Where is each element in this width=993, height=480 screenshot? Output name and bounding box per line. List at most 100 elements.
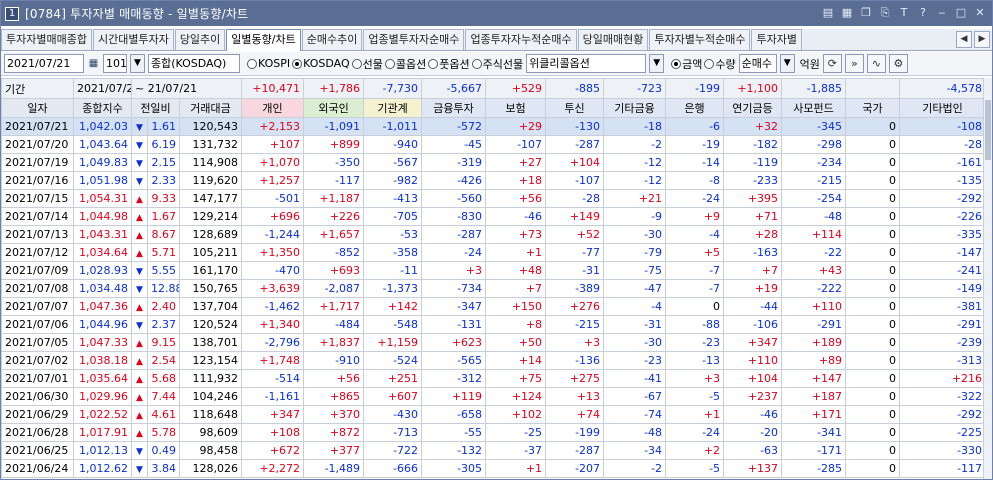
end-date-input[interactable]: ~ 21/07/21 (130, 78, 243, 99)
summary-start-date[interactable]: 2021/07/21 (73, 78, 132, 99)
radio-dot-icon[interactable] (384, 58, 395, 69)
column-header-13[interactable]: 연기금등 (723, 98, 783, 118)
table-row[interactable]: 2021/07/15 1,054.31 ▲ 9.33 147,177 -501 +1,187… (1, 189, 987, 208)
column-header-1[interactable]: 종합지수 (73, 98, 132, 118)
tab-7[interactable]: 당일매매현황 (577, 29, 649, 50)
column-header-2[interactable]: 전일비 (131, 98, 180, 118)
grid-icon[interactable]: ▦ (839, 5, 855, 21)
table-row[interactable]: 2021/07/16 1,051.98 ▼ 2.33 119,620 +1,257 -117… (1, 171, 987, 190)
table-row[interactable]: 2021/07/14 1,044.98 ▲ 1.67 129,214 +696 +226 -7… (1, 207, 987, 226)
column-header-4[interactable]: 거래대금 (178, 98, 243, 118)
radio-dot-icon[interactable] (671, 58, 682, 69)
table-row[interactable]: 2021/07/21 1,042.03 ▼ 1.61 120,543 +2,153 -1,0… (1, 117, 987, 136)
tab-1[interactable]: 시간대별투자자 (92, 29, 174, 50)
minimize-icon[interactable]: ‒ (934, 5, 950, 21)
help-icon[interactable]: ? (915, 5, 931, 21)
tab-4[interactable]: 순매수추이 (301, 29, 363, 50)
copy-icon[interactable]: ❐ (858, 5, 874, 21)
market-radio-0[interactable]: KOSPI (247, 57, 290, 70)
vertical-scrollbar[interactable] (983, 78, 992, 479)
tab-3[interactable]: 일별동향/차트 (226, 29, 301, 51)
column-header-7[interactable]: 기관계 (363, 98, 423, 118)
tab-scroll-left-button[interactable]: ◀ (956, 31, 972, 48)
column-header-5[interactable]: 개인 (241, 98, 305, 118)
unit-radio-0[interactable]: 금액 (671, 56, 702, 72)
next-icon[interactable]: » (844, 54, 864, 73)
market-code-input[interactable]: 종합(KOSDAQ) (148, 54, 240, 73)
sort-dropdown-button[interactable]: ▼ (779, 54, 795, 73)
tab-9[interactable]: 투자자별 (751, 29, 802, 50)
maximize-icon[interactable]: □ (953, 5, 969, 21)
option-dropdown-button[interactable]: ▼ (649, 54, 665, 73)
tab-scroll-right-button[interactable]: ▶ (974, 31, 990, 48)
table-row[interactable]: 2021/07/13 1,043.31 ▲ 8.67 128,689 -1,244 +1,6… (1, 225, 987, 244)
column-header-16[interactable]: 기타법인 (899, 98, 987, 118)
radio-dot-icon[interactable] (292, 58, 303, 69)
table-row[interactable]: 2021/07/12 1,034.64 ▲ 5.71 105,211 +1,350 -852… (1, 243, 987, 262)
table-row[interactable]: 2021/07/07 1,047.36 ▲ 2.40 137,704 -1,462 +1,7… (1, 297, 987, 316)
value-cell: -107 (545, 171, 605, 190)
arrow-up-icon: ▲ (136, 375, 143, 385)
value-cell: -161 (899, 153, 987, 172)
radio-dot-icon[interactable] (428, 58, 439, 69)
radio-dot-icon[interactable] (471, 58, 482, 69)
radio-dot-icon[interactable] (247, 58, 257, 69)
unit-radio-1[interactable]: 수량 (704, 56, 736, 72)
column-header-12[interactable]: 은행 (665, 98, 725, 118)
table-row[interactable]: 2021/07/02 1,038.18 ▲ 2.54 123,154 +1,748 -910… (1, 351, 987, 370)
tab-5[interactable]: 업종별투자자순매수 (363, 29, 465, 50)
memo-icon[interactable]: ▤ (820, 5, 836, 21)
tab-6[interactable]: 업종투자자누적순매수 (465, 29, 577, 50)
sort-select[interactable]: 순매수 (738, 54, 777, 73)
table-row[interactable]: 2021/07/08 1,034.48 ▼ 12.88 150,765 +3,639 -2,… (1, 279, 987, 298)
scrollbar-thumb[interactable] (985, 100, 991, 160)
calendar-icon[interactable]: ▦ (87, 54, 100, 73)
chart-icon[interactable]: ∿ (866, 54, 886, 73)
market-radio-2[interactable]: 선물 (351, 56, 383, 72)
window-number-badge[interactable]: 1 (5, 6, 19, 21)
close-icon[interactable]: ✕ (972, 5, 988, 21)
table-row[interactable]: 2021/07/01 1,035.64 ▲ 5.68 111,932 -514 +56 +25… (1, 369, 987, 388)
refresh-icon[interactable]: ⟳ (822, 54, 842, 73)
column-header-8[interactable]: 금융투자 (421, 98, 487, 118)
table-row[interactable]: 2021/07/05 1,047.33 ▲ 9.15 138,701 -2,796 +1,8… (1, 333, 987, 352)
value-cell: -25 (485, 423, 547, 442)
table-row[interactable]: 2021/07/09 1,028.93 ▼ 5.55 161,170 -470 +693 -1… (1, 261, 987, 280)
settings-icon[interactable]: ⚙ (888, 54, 908, 73)
column-header-9[interactable]: 보험 (485, 98, 547, 118)
table-row[interactable]: 2021/07/06 1,044.96 ▼ 2.37 120,524 +1,340 -484… (1, 315, 987, 334)
market-radio-3[interactable]: 콜옵션 (384, 56, 426, 72)
table-row[interactable]: 2021/06/24 1,012.62 ▼ 3.84 128,026 +2,272 -1,4… (1, 459, 987, 478)
font-icon[interactable]: T (896, 5, 912, 21)
column-header-0[interactable]: 일자 (1, 98, 74, 118)
count-input[interactable]: 101 (103, 54, 127, 73)
tab-2[interactable]: 당일추이 (174, 29, 226, 50)
table-row[interactable]: 2021/06/28 1,017.91 ▲ 5.78 98,609 +108 +872 -71… (1, 423, 987, 442)
table-row[interactable]: 2021/06/30 1,029.96 ▲ 7.44 104,246 -1,161 +865… (1, 387, 987, 406)
market-radio-5[interactable]: 주식선물 (471, 56, 523, 72)
table-row[interactable]: 2021/07/19 1,049.83 ▼ 2.15 114,908 +1,070 -350… (1, 153, 987, 172)
table-row[interactable]: 2021/06/29 1,022.52 ▲ 4.61 118,648 +347 +370 -4… (1, 405, 987, 424)
option-select[interactable]: 위클리콜옵션 (526, 54, 647, 73)
count-dropdown-button[interactable]: ▼ (130, 54, 145, 73)
tab-8[interactable]: 투자자별누적순매수 (649, 29, 751, 50)
column-header-10[interactable]: 투신 (545, 98, 605, 118)
value-cell: -132 (421, 441, 487, 460)
table-row[interactable]: 2021/06/25 1,012.13 ▼ 0.49 98,458 +672 +377 -72… (1, 441, 987, 460)
table-row[interactable]: 2021/07/20 1,043.64 ▼ 6.19 131,732 +107 +899 -9… (1, 135, 987, 154)
market-radio-4[interactable]: 풋옵션 (428, 56, 470, 72)
market-radio-1[interactable]: KOSDAQ (292, 57, 350, 70)
link-icon[interactable]: ⎘ (877, 5, 893, 21)
tab-0[interactable]: 투자자별매매종합 (1, 29, 92, 50)
radio-dot-icon[interactable] (351, 58, 362, 69)
column-header-15[interactable]: 국가 (845, 98, 901, 118)
start-date-input[interactable]: 2021/07/21 (4, 54, 84, 73)
radio-dot-icon[interactable] (704, 58, 715, 69)
column-header-6[interactable]: 외국인 (303, 98, 365, 118)
value-cell: -107 (485, 135, 547, 154)
value-cell: -4 (603, 297, 667, 316)
value-cell: -30 (603, 333, 667, 352)
column-header-14[interactable]: 사모펀드 (781, 98, 847, 118)
value-cell: 0 (845, 441, 901, 460)
column-header-11[interactable]: 기타금융 (603, 98, 667, 118)
